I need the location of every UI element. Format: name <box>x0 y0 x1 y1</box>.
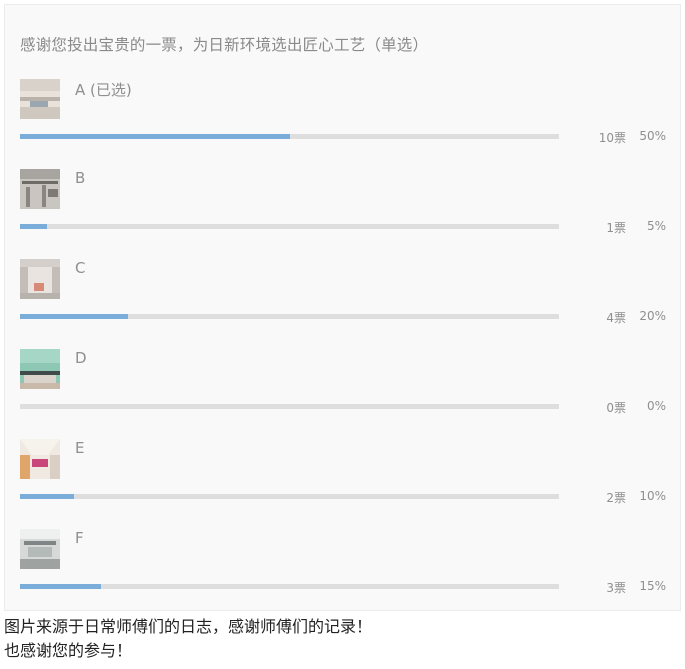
poll-option-d[interactable]: D 0票 0% <box>5 349 680 439</box>
option-label: F <box>75 529 84 547</box>
footer-line-2: 也感谢您的参与！ <box>4 641 133 660</box>
vote-percent: 20% <box>639 309 666 323</box>
poll-question: 感谢您投出宝贵的一票，为日新环境选出匠心工艺（单选） <box>20 36 429 54</box>
vote-bar-fill <box>20 224 47 229</box>
option-label: A (已选) <box>75 81 132 99</box>
vote-percent: 0% <box>646 399 666 413</box>
poll-option-b[interactable]: B 1票 5% <box>5 169 680 259</box>
vote-bar <box>20 494 559 499</box>
vote-count: 1票 <box>606 221 626 235</box>
option-thumbnail <box>20 259 60 299</box>
poll-option-e[interactable]: E 2票 10% <box>5 439 680 529</box>
option-label: E <box>75 439 85 457</box>
vote-percent: 50% <box>639 129 666 143</box>
vote-bar-fill <box>20 584 101 589</box>
vote-count: 3票 <box>606 581 626 595</box>
vote-count: 10票 <box>598 131 626 145</box>
vote-bar <box>20 134 559 139</box>
footer-line-1: 图片来源于日常师傅们的日志，感谢师傅们的记录！ <box>4 617 373 636</box>
vote-percent: 10% <box>639 489 666 503</box>
vote-percent: 15% <box>639 579 666 593</box>
vote-count: 4票 <box>606 311 626 325</box>
footer-text: 图片来源于日常师傅们的日志，感谢师傅们的记录！ 也感谢您的参与！ <box>4 615 372 663</box>
option-label: D <box>75 349 87 367</box>
option-thumbnail <box>20 349 60 389</box>
vote-count: 2票 <box>606 491 626 505</box>
vote-bar <box>20 404 559 409</box>
poll-option-f[interactable]: F 3票 15% <box>5 529 680 619</box>
option-thumbnail <box>20 79 60 119</box>
vote-bar <box>20 314 559 319</box>
poll-card: 感谢您投出宝贵的一票，为日新环境选出匠心工艺（单选） A (已选) 10票 50… <box>4 4 681 611</box>
option-label: C <box>75 259 86 277</box>
vote-bar <box>20 224 559 229</box>
option-thumbnail <box>20 439 60 479</box>
option-label: B <box>75 169 86 187</box>
vote-bar-fill <box>20 134 290 139</box>
vote-bar-fill <box>20 314 128 319</box>
vote-bar <box>20 584 559 589</box>
vote-percent: 5% <box>646 219 666 233</box>
vote-bar-fill <box>20 494 74 499</box>
vote-count: 0票 <box>606 401 626 415</box>
option-thumbnail <box>20 169 60 209</box>
option-thumbnail <box>20 529 60 569</box>
poll-option-a[interactable]: A (已选) 10票 50% <box>5 79 680 169</box>
poll-option-c[interactable]: C 4票 20% <box>5 259 680 349</box>
